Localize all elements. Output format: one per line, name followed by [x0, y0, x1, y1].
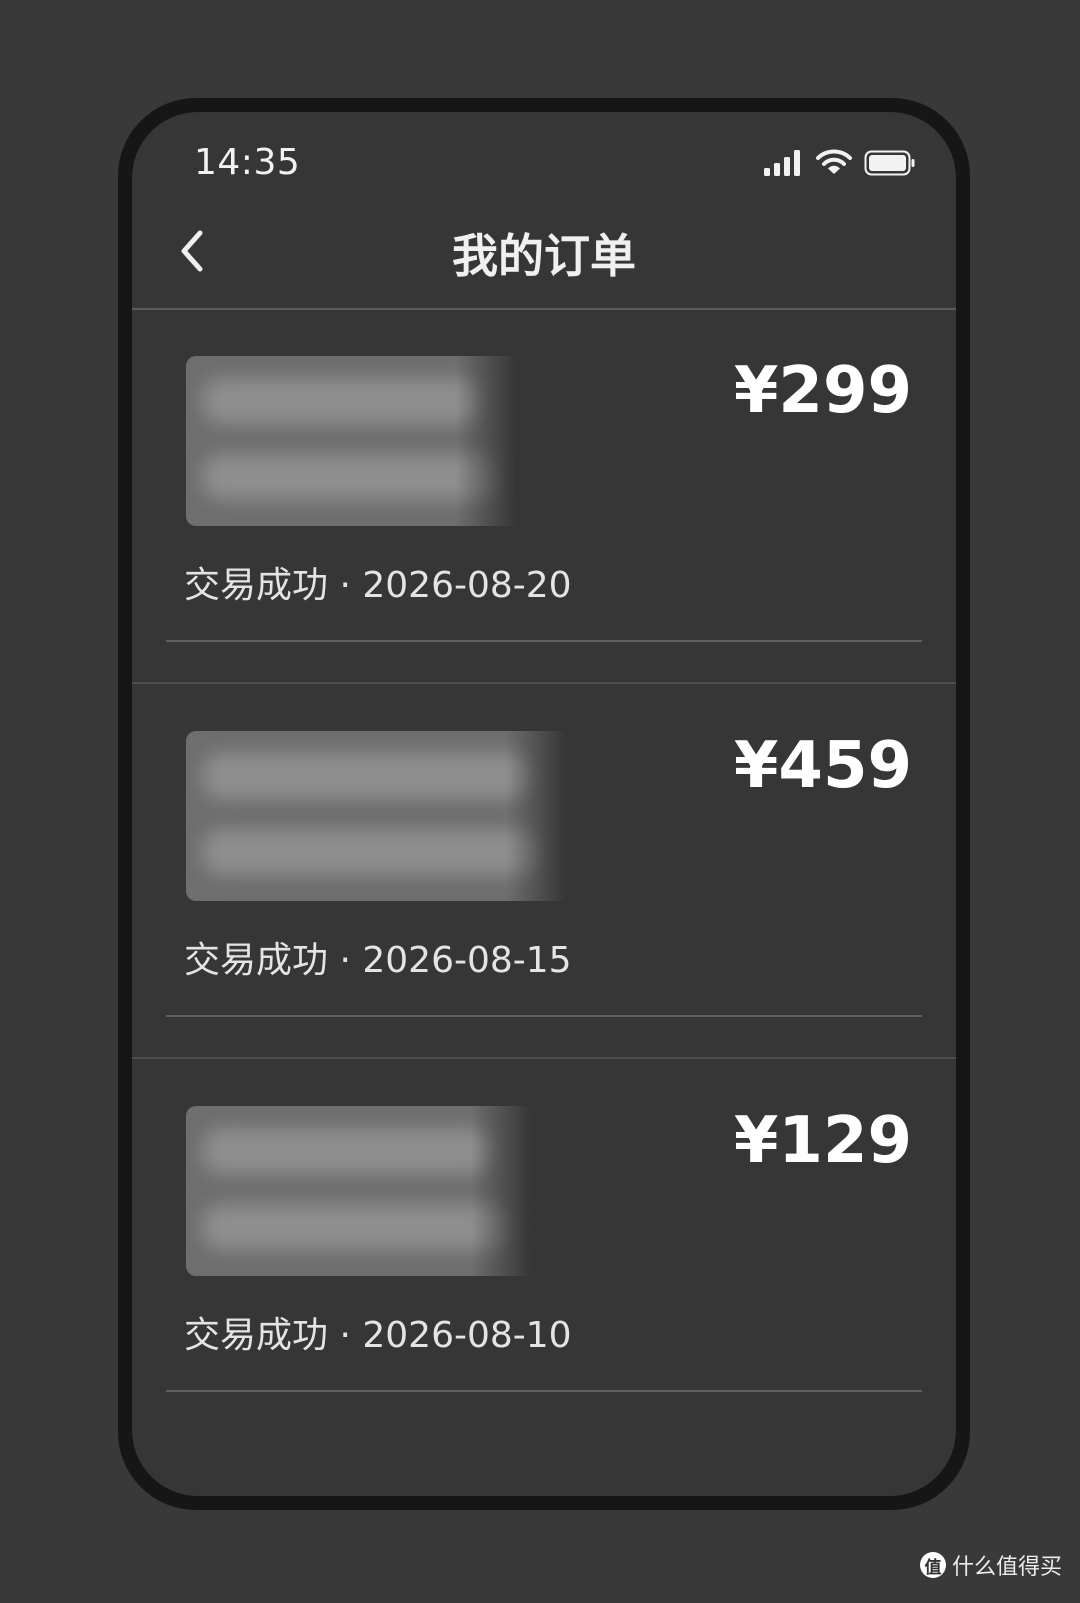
order-meta: 交易成功 · 2026-08-10	[184, 1306, 572, 1358]
product-thumbnail-blurred	[186, 356, 516, 526]
order-meta: 交易成功 · 2026-08-20	[184, 556, 572, 608]
wifi-icon	[816, 149, 852, 174]
status-time: 14:35	[194, 142, 301, 183]
signal-icon	[764, 150, 800, 176]
watermark-logo-icon: 值	[919, 1552, 946, 1578]
section-divider	[132, 1057, 956, 1059]
order-date: 2026-08-10	[362, 1315, 572, 1356]
meta-separator: ·	[328, 940, 363, 981]
card-divider	[166, 1390, 922, 1392]
order-status: 交易成功	[184, 940, 329, 981]
card-divider	[166, 1015, 922, 1017]
meta-separator: ·	[328, 1315, 363, 1356]
order-card[interactable]: ¥459 交易成功 · 2026-08-15	[132, 685, 956, 1059]
battery-icon	[864, 150, 915, 176]
product-thumbnail-blurred	[186, 731, 566, 901]
watermark: 值 什么值得买	[919, 1549, 1062, 1581]
order-price: ¥299	[733, 354, 912, 428]
order-date: 2026-08-15	[362, 940, 572, 981]
order-card[interactable]: ¥129 交易成功 · 2026-08-10	[132, 1060, 956, 1434]
order-date: 2026-08-20	[362, 565, 572, 606]
watermark-text: 什么值得买	[951, 1555, 1062, 1580]
section-divider	[132, 682, 956, 684]
order-status: 交易成功	[184, 1315, 329, 1356]
order-meta: 交易成功 · 2026-08-15	[184, 931, 572, 983]
meta-separator: ·	[328, 565, 363, 606]
order-status: 交易成功	[184, 565, 329, 606]
order-card[interactable]: ¥299 交易成功 · 2026-08-20	[132, 310, 956, 684]
card-divider	[166, 640, 922, 642]
product-thumbnail-blurred	[186, 1106, 531, 1276]
order-price: ¥459	[733, 729, 912, 803]
phone-screen: 14:35 我的订单 ¥299 交易成功 · 2026-08-20 ¥459 交…	[132, 112, 956, 1496]
order-price: ¥129	[733, 1104, 912, 1178]
page-title: 我的订单	[452, 229, 636, 283]
status-icons	[764, 146, 916, 176]
